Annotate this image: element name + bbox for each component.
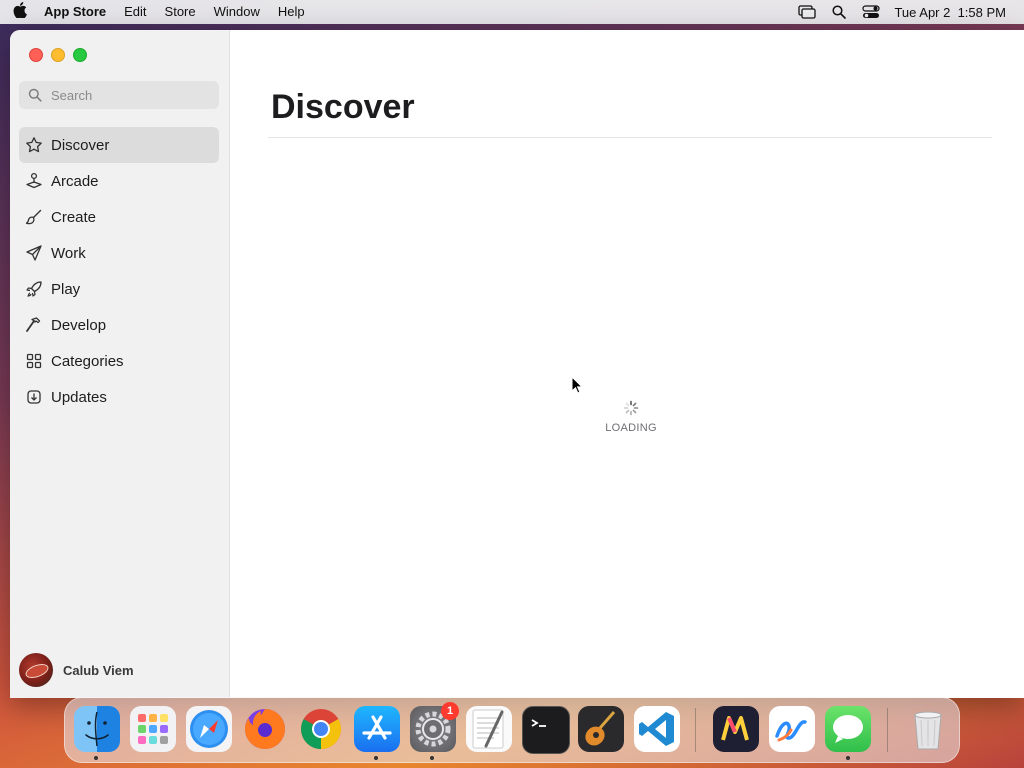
dock-separator xyxy=(887,708,888,752)
maximize-button[interactable] xyxy=(73,48,87,62)
menu-bar: App Store Edit Store Window Help Tue Apr… xyxy=(0,0,1024,24)
sidebar-nav: Discover Arcade Create Work Play Develop… xyxy=(19,127,219,415)
avatar[interactable] xyxy=(19,653,53,687)
loading-label: LOADING xyxy=(605,422,657,434)
sidebar-item-label: Discover xyxy=(51,136,110,154)
screen-mirroring-icon[interactable] xyxy=(798,5,817,19)
menu-app-name[interactable]: App Store xyxy=(40,0,115,24)
appstore-icon[interactable] xyxy=(354,706,400,752)
launchpad-icon[interactable] xyxy=(130,706,176,752)
safari-icon[interactable] xyxy=(186,706,232,752)
sidebar-item-arcade[interactable]: Arcade xyxy=(19,163,219,199)
page-title: Discover xyxy=(271,88,415,126)
close-button[interactable] xyxy=(29,48,43,62)
download-icon xyxy=(25,388,43,406)
minimize-button[interactable] xyxy=(51,48,65,62)
sidebar-item-label: Categories xyxy=(51,352,124,370)
rocket-icon xyxy=(25,280,43,298)
clock[interactable]: Tue Apr 2 1:58 PM xyxy=(894,5,1006,20)
sidebar-item-discover[interactable]: Discover xyxy=(19,127,219,163)
paperplane-icon xyxy=(25,244,43,262)
dock: 1 xyxy=(64,697,960,763)
running-indicator xyxy=(94,756,98,760)
sidebar: Search Discover Arcade Create Work Play … xyxy=(10,30,230,698)
menu-store[interactable]: Store xyxy=(156,0,205,24)
main-content: Discover LOADING xyxy=(230,30,1024,698)
sidebar-item-play[interactable]: Play xyxy=(19,271,219,307)
miro-icon[interactable] xyxy=(713,706,759,752)
menu-edit[interactable]: Edit xyxy=(115,0,155,24)
guitar-icon[interactable] xyxy=(578,706,624,752)
search-icon xyxy=(27,87,43,103)
app-store-window: Search Discover Arcade Create Work Play … xyxy=(10,30,1024,698)
sidebar-item-label: Play xyxy=(51,280,81,298)
account-profile[interactable]: Calub Viem xyxy=(19,653,134,687)
spinner-icon xyxy=(623,400,639,416)
sidebar-item-categories[interactable]: Categories xyxy=(19,343,219,379)
sidebar-item-label: Develop xyxy=(51,316,107,334)
dock-separator xyxy=(695,708,696,752)
notification-badge: 1 xyxy=(441,702,459,720)
window-controls xyxy=(29,48,87,62)
loading-indicator: LOADING xyxy=(600,400,662,434)
messages-icon[interactable] xyxy=(825,706,871,752)
apple-menu-icon[interactable] xyxy=(0,2,40,22)
firefox-icon[interactable] xyxy=(242,706,288,752)
sidebar-item-updates[interactable]: Updates xyxy=(19,379,219,415)
title-divider xyxy=(268,137,992,138)
sidebar-item-develop[interactable]: Develop xyxy=(19,307,219,343)
sidebar-item-label: Updates xyxy=(51,388,107,406)
freeform-icon[interactable] xyxy=(769,706,815,752)
sidebar-item-label: Create xyxy=(51,208,97,226)
sidebar-item-label: Work xyxy=(51,244,86,262)
spotlight-search-icon[interactable] xyxy=(830,5,848,19)
textedit-icon[interactable] xyxy=(466,706,512,752)
vscode-icon[interactable] xyxy=(634,706,680,752)
chrome-icon[interactable] xyxy=(298,706,344,752)
search-placeholder: Search xyxy=(51,87,93,103)
paintbrush-icon xyxy=(25,208,43,226)
menu-window[interactable]: Window xyxy=(205,0,269,24)
grid-icon xyxy=(25,352,43,370)
hammer-icon xyxy=(25,316,43,334)
search-input[interactable]: Search xyxy=(19,81,219,109)
running-indicator xyxy=(374,756,378,760)
control-center-icon[interactable] xyxy=(862,5,881,19)
running-indicator xyxy=(430,756,434,760)
user-name: Calub Viem xyxy=(63,662,134,678)
sidebar-item-create[interactable]: Create xyxy=(19,199,219,235)
menu-help[interactable]: Help xyxy=(269,0,314,24)
sidebar-item-label: Arcade xyxy=(51,172,99,190)
terminal-icon[interactable] xyxy=(522,706,570,754)
sidebar-item-work[interactable]: Work xyxy=(19,235,219,271)
star-icon xyxy=(25,136,43,154)
finder-icon[interactable] xyxy=(74,706,120,752)
mouse-cursor-icon xyxy=(571,375,584,394)
trash-icon[interactable] xyxy=(905,706,951,752)
joystick-icon xyxy=(25,172,43,190)
running-indicator xyxy=(846,756,850,760)
